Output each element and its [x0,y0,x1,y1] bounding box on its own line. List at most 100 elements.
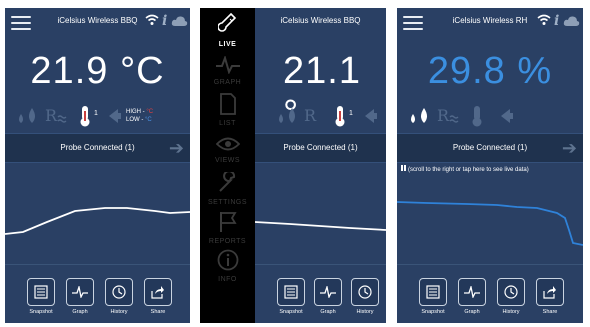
probe-status-text: Probe Connected (1) [283,143,358,152]
flag-icon [219,212,237,232]
probe-status-text: Probe Connected (1) [60,143,135,152]
alarm-bell-icon [109,109,121,123]
app-header: iCelsius Wireless BBQ i [5,8,190,36]
graph-button[interactable]: Graph [308,278,348,315]
graph-label: Graph [464,309,480,315]
clock-icon [504,285,518,299]
rh-wave-icon [57,115,67,123]
info-icon [217,249,238,271]
thermometer-icon [216,12,236,32]
share-label: Share [150,309,166,315]
info-icon[interactable]: i [554,13,559,29]
rh-icon: R [437,106,450,125]
graph-label: Graph [320,309,336,315]
cloud-icon[interactable] [171,15,188,27]
drawer-item-reports[interactable]: REPORTS [200,211,255,245]
alarm-bell-icon [501,109,513,123]
probe-status-text: Probe Connected (1) [452,143,528,152]
history-label: History [356,309,374,315]
probe-status-bar[interactable]: Probe Connected (1) ➔ [5,133,190,163]
list-icon [219,93,236,115]
bottom-toolbar: Snapshot Graph History Share [5,273,190,323]
snapshot-label: Snapshot [421,309,445,315]
graph-pulse-icon [72,286,88,298]
snapshot-button[interactable]: Snapshot [271,278,311,315]
humidity-drops-icon [279,108,295,123]
live-humidity-line [397,201,583,246]
rh-icon: R [45,106,58,125]
arrow-right-icon[interactable]: ➔ [562,139,577,157]
drawer-label-info: INFO [218,276,237,283]
sensor-icons-row: R [397,104,583,128]
drawer-label-graph: GRAPH [213,79,242,86]
wrench-icon [218,170,235,192]
share-button[interactable]: Share [138,278,178,315]
wifi-icon [537,14,551,25]
snapshot-label: Snapshot [29,309,53,315]
chart-baseline [5,264,190,265]
history-button[interactable]: History [345,278,385,315]
eye-icon [215,137,240,151]
phone-screen-rh: iCelsius Wireless RH i 29.8 % R Probe Co… [397,8,583,323]
humidity-drops-icon [19,108,35,123]
temperature-reading: 21.9 °C [30,50,165,92]
share-button[interactable]: Share [530,278,570,315]
high-label: HIGH [126,109,141,115]
wifi-icon [145,14,159,25]
cloud-icon[interactable] [563,15,580,27]
rh-icon: R [304,106,317,125]
drawer-item-live[interactable]: LIVE [200,12,255,48]
thermometer-icon [335,106,345,127]
snapshot-label: Snapshot [279,309,303,315]
probe-status-bar[interactable]: Probe Connected (1) ➔ [397,133,583,163]
graph-pulse-icon [320,286,336,298]
drawer-item-views[interactable]: VIEWS [200,136,255,164]
snapshot-button[interactable]: Snapshot [21,278,61,315]
navigation-drawer: LIVE GRAPH LIST VIEWS SETTINGS REPORTS I… [200,8,255,323]
probe-count: 1 [94,110,98,117]
share-icon [543,286,556,299]
drawer-item-list[interactable]: LIST [200,93,255,127]
thermometer-icon [80,106,90,127]
high-unit: °C [146,109,154,115]
drawer-label-views: VIEWS [214,157,241,164]
humidity-reading: 29.8 % [427,50,553,92]
clock-icon [358,285,372,299]
drawer-label-list: LIST [219,120,236,127]
graph-icon [215,54,240,75]
thermometer-icon [472,106,482,127]
graph-pulse-icon [464,286,480,298]
app-header: iCelsius Wireless RH i [397,8,583,36]
alarm-bell-icon [365,109,377,123]
history-button[interactable]: History [491,278,531,315]
humidity-drops-icon [411,108,427,123]
live-temperature-line [5,207,190,235]
snapshot-button[interactable]: Snapshot [413,278,453,315]
share-icon [151,286,164,299]
drawer-label-settings: SETTINGS [207,199,247,206]
arrow-right-icon[interactable]: ➔ [169,139,184,157]
drawer-item-info[interactable]: INFO [200,249,255,283]
graph-button[interactable]: Graph [60,278,100,315]
snapshot-icon [426,285,440,299]
snapshot-icon [34,285,48,299]
graph-label: Graph [72,309,88,315]
info-icon[interactable]: i [162,13,167,29]
probe-count: 1 [349,110,353,117]
drawer-item-graph[interactable]: GRAPH [200,54,255,86]
history-label: History [502,309,520,315]
phone-screen-bbq-1: iCelsius Wireless BBQ i 21.9 °C R 1 HIGH… [5,8,190,323]
rh-wave-icon [449,115,459,123]
clock-icon [112,285,126,299]
sensor-icons-row: R 1 HIGH - °C LOW - °C [5,104,190,128]
low-label: LOW [126,117,140,123]
bottom-toolbar: Snapshot Graph History Share [397,273,583,323]
app-title: iCelsius Wireless BBQ [280,16,361,25]
drawer-item-settings[interactable]: SETTINGS [200,170,255,206]
snapshot-icon [284,285,298,299]
history-button[interactable]: History [99,278,139,315]
drawer-label-reports: REPORTS [208,238,247,245]
graph-button[interactable]: Graph [452,278,492,315]
low-unit: °C [145,117,152,123]
share-label: Share [542,309,558,315]
